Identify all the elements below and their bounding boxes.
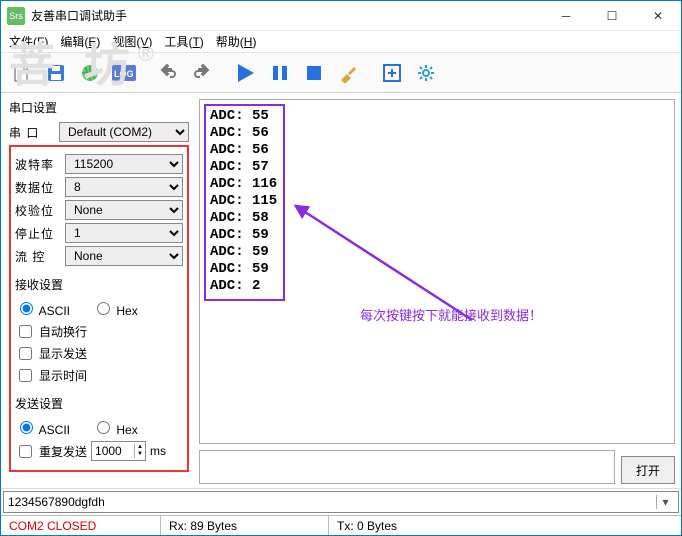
recv-section-title: 接收设置	[15, 276, 183, 293]
output-line: ADC: 59	[210, 227, 277, 244]
output-line: ADC: 116	[210, 176, 277, 193]
baud-select[interactable]: 115200	[65, 154, 183, 174]
serial-params-group: 波特率115200 数据位8 校验位None 停止位1 流 控None 接收设置…	[9, 145, 189, 472]
output-line: ADC: 59	[210, 244, 277, 261]
send-input-row: 1234567890dgfdh▾	[1, 488, 681, 515]
stopbits-select[interactable]: 1	[65, 223, 183, 243]
globe-icon[interactable]	[75, 58, 105, 88]
interval-spinner[interactable]: ▲▼	[91, 441, 146, 461]
send-hex-radio[interactable]: Hex	[92, 418, 138, 437]
menu-file[interactable]: 文件(F)	[9, 33, 48, 50]
sidebar: 串口设置 串 口 Default (COM2) 波特率115200 数据位8 校…	[1, 93, 195, 488]
autowrap-check[interactable]	[19, 325, 32, 338]
maximize-button[interactable]: ☐	[589, 1, 635, 31]
output-panel[interactable]: ADC: 55ADC: 56ADC: 56ADC: 57ADC: 116ADC:…	[199, 99, 675, 444]
repeat-check[interactable]	[19, 445, 32, 458]
app-icon: Srs	[7, 7, 25, 25]
new-doc-icon[interactable]	[7, 58, 37, 88]
svg-text:LOG: LOG	[114, 69, 134, 79]
output-line: ADC: 56	[210, 142, 277, 159]
menu-edit[interactable]: 编辑(E)	[60, 33, 100, 50]
add-box-icon[interactable]	[377, 58, 407, 88]
gear-icon[interactable]	[411, 58, 441, 88]
annotation-text: 每次按键按下就能接收到数据！	[360, 305, 542, 324]
toolbar: LOG	[1, 53, 681, 93]
status-bar: COM2 CLOSED Rx: 89 Bytes Tx: 0 Bytes	[1, 515, 681, 535]
menu-tool[interactable]: 工具(T)	[164, 33, 203, 50]
menu-help[interactable]: 帮助(H)	[216, 33, 257, 50]
output-line: ADC: 59	[210, 261, 277, 278]
minimize-button[interactable]: ─	[543, 1, 589, 31]
log-icon[interactable]: LOG	[109, 58, 139, 88]
open-button[interactable]: 打开	[621, 456, 675, 484]
recv-ascii-radio[interactable]: ASCII	[15, 299, 70, 318]
save-icon[interactable]	[41, 58, 71, 88]
window-title: 友善串口调试助手	[31, 7, 127, 24]
play-icon[interactable]	[231, 58, 261, 88]
status-port: COM2 CLOSED	[1, 516, 161, 535]
send-combo[interactable]: 1234567890dgfdh▾	[3, 491, 679, 513]
send-textarea[interactable]	[199, 450, 615, 484]
output-highlight: ADC: 55ADC: 56ADC: 56ADC: 57ADC: 116ADC:…	[204, 104, 285, 301]
output-line: ADC: 56	[210, 125, 277, 142]
menu-view[interactable]: 视图(V)	[112, 33, 152, 50]
undo-icon[interactable]	[153, 58, 183, 88]
annotation-arrow-icon	[292, 190, 492, 350]
output-line: ADC: 55	[210, 108, 277, 125]
flow-select[interactable]: None	[65, 246, 183, 266]
menu-bar: 文件(F) 编辑(E) 视图(V) 工具(T) 帮助(H)	[1, 31, 681, 53]
status-tx: Tx: 0 Bytes	[329, 516, 681, 535]
showtime-check[interactable]	[19, 369, 32, 382]
recv-hex-radio[interactable]: Hex	[92, 299, 138, 318]
title-bar: Srs 友善串口调试助手 ─ ☐ ✕	[1, 1, 681, 31]
output-line: ADC: 57	[210, 159, 277, 176]
output-line: ADC: 2	[210, 278, 277, 295]
status-rx: Rx: 89 Bytes	[161, 516, 329, 535]
close-button[interactable]: ✕	[635, 1, 681, 31]
send-ascii-radio[interactable]: ASCII	[15, 418, 70, 437]
parity-select[interactable]: None	[65, 200, 183, 220]
pause-icon[interactable]	[265, 58, 295, 88]
output-line: ADC: 115	[210, 193, 277, 210]
serial-section-title: 串口设置	[9, 99, 189, 116]
port-select[interactable]: Default (COM2)	[59, 122, 189, 142]
showsend-check[interactable]	[19, 347, 32, 360]
output-line: ADC: 58	[210, 210, 277, 227]
stop-icon[interactable]	[299, 58, 329, 88]
chevron-down-icon[interactable]: ▾	[656, 495, 674, 509]
port-label: 串 口	[9, 124, 53, 141]
redo-icon[interactable]	[187, 58, 217, 88]
databits-select[interactable]: 8	[65, 177, 183, 197]
brush-icon[interactable]	[333, 58, 363, 88]
send-section-title: 发送设置	[15, 395, 183, 412]
